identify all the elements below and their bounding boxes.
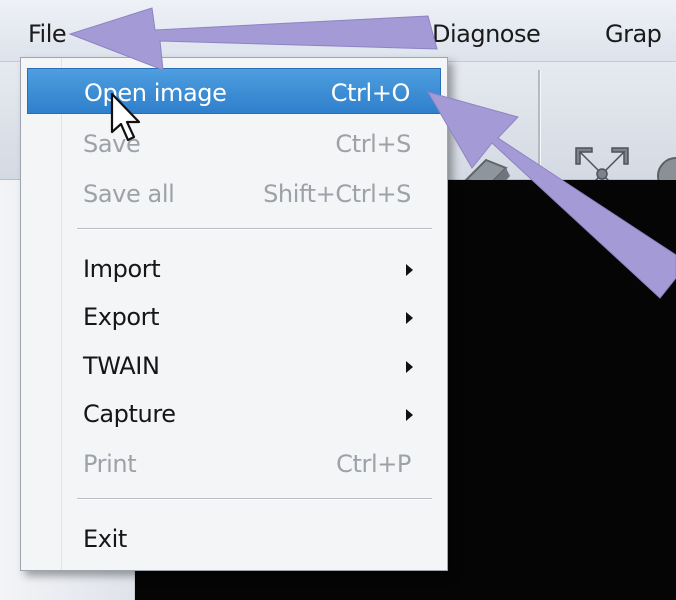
menu-item-shortcut: Ctrl+O xyxy=(330,79,411,107)
submenu-arrow-icon xyxy=(406,361,413,373)
submenu-arrow-icon xyxy=(406,264,413,276)
menu-diagnose[interactable]: Diagnose xyxy=(432,20,541,48)
toolbar-separator xyxy=(538,70,541,165)
menu-item-import[interactable]: Import xyxy=(27,245,441,291)
menu-item-label: TWAIN xyxy=(83,352,160,380)
submenu-arrow-icon xyxy=(406,312,413,324)
menu-item-label: Capture xyxy=(83,400,176,428)
menu-item-label: Save all xyxy=(83,180,175,208)
menu-item-twain[interactable]: TWAIN xyxy=(27,342,441,388)
file-menu-dropdown: Open image Ctrl+O Save Ctrl+S Save all S… xyxy=(20,57,448,571)
menu-item-shortcut: Ctrl+P xyxy=(336,450,411,478)
submenu-arrow-icon xyxy=(406,409,413,421)
menu-item-save[interactable]: Save Ctrl+S xyxy=(27,120,441,166)
menu-item-label: Import xyxy=(83,255,161,283)
menu-bar: File Diagnose Grap xyxy=(0,0,676,62)
menu-item-label: Open image xyxy=(84,79,227,107)
menu-item-print[interactable]: Print Ctrl+P xyxy=(27,440,441,486)
menu-item-capture[interactable]: Capture xyxy=(27,390,441,436)
menu-item-open-image[interactable]: Open image Ctrl+O xyxy=(27,68,441,114)
menu-item-label: Export xyxy=(83,303,160,331)
mouse-cursor-icon xyxy=(110,92,141,142)
menu-item-label: Print xyxy=(83,450,137,478)
menu-item-shortcut: Ctrl+S xyxy=(335,130,411,158)
menu-separator xyxy=(77,498,432,500)
menu-separator xyxy=(77,228,432,230)
menu-item-export[interactable]: Export xyxy=(27,293,441,339)
menu-item-save-all[interactable]: Save all Shift+Ctrl+S xyxy=(27,170,441,216)
menu-file[interactable]: File xyxy=(28,20,67,48)
menu-graph[interactable]: Grap xyxy=(605,20,662,48)
menu-item-shortcut: Shift+Ctrl+S xyxy=(263,180,411,208)
menu-item-label: Exit xyxy=(83,525,127,553)
menu-item-exit[interactable]: Exit xyxy=(27,515,441,561)
